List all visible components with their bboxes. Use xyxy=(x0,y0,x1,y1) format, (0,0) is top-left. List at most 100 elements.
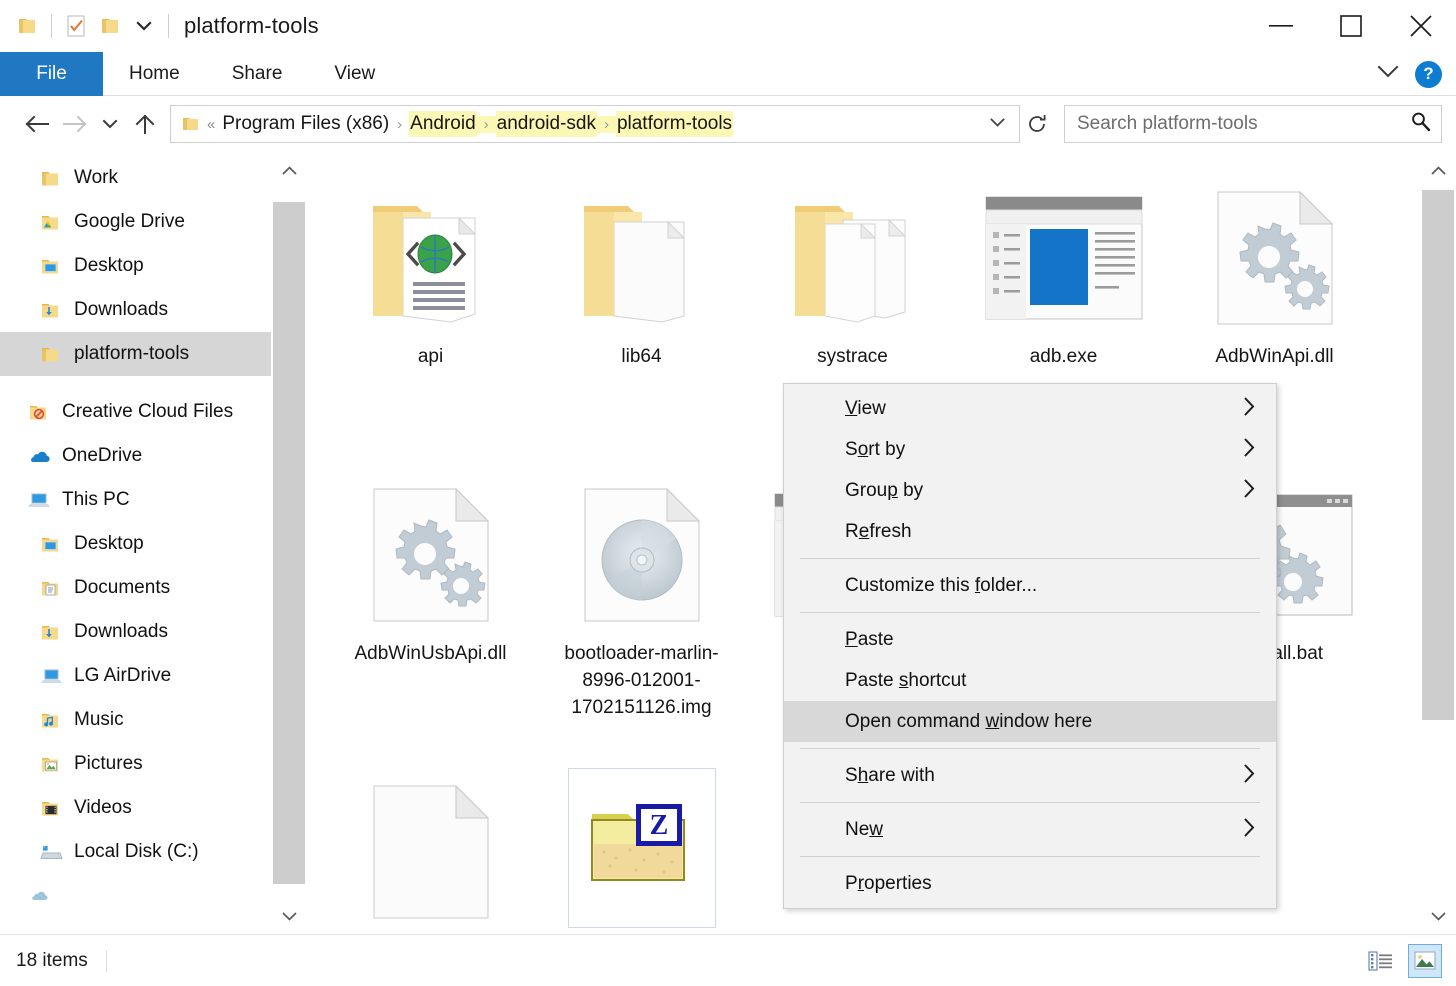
minimize-ribbon-chevron-icon[interactable] xyxy=(1377,65,1399,83)
breadcrumb-separator-1[interactable]: › xyxy=(476,115,496,133)
sidebar-item-pictures[interactable]: Pictures xyxy=(0,742,307,786)
forward-button[interactable] xyxy=(56,105,94,143)
context-menu-item-customize-this-folder[interactable]: Customize this folder... xyxy=(784,565,1276,606)
breadcrumb-item-3[interactable]: platform-tools xyxy=(615,111,734,137)
breadcrumb-item-2[interactable]: android-sdk xyxy=(495,111,597,137)
back-button[interactable] xyxy=(18,105,56,143)
file-name: systrace xyxy=(817,346,888,367)
sidebar-item-network[interactable] xyxy=(0,874,307,918)
context-menu-item-refresh[interactable]: Refresh xyxy=(784,511,1276,552)
file-item[interactable]: AdbWinUsbApi.dll xyxy=(325,463,536,760)
breadcrumb-item-0[interactable]: Program Files (x86) xyxy=(221,111,390,137)
up-button[interactable] xyxy=(126,105,164,143)
breadcrumb-dropdown-icon[interactable] xyxy=(982,117,1013,131)
context-menu-item-share-with[interactable]: Share with xyxy=(784,755,1276,796)
sidebar-item-music[interactable]: Music xyxy=(0,698,307,742)
context-menu[interactable]: View Sort by Group by Refresh Customize … xyxy=(783,383,1277,909)
videos-folder-icon xyxy=(40,799,70,818)
menu-separator xyxy=(800,802,1260,803)
sidebar-item-pc-desktop[interactable]: Desktop xyxy=(0,522,307,566)
content-scroll-thumb[interactable] xyxy=(1422,190,1454,720)
breadcrumb-item-1[interactable]: Android xyxy=(409,111,477,137)
scroll-up-arrow-icon[interactable] xyxy=(271,152,307,188)
downloads-folder-icon xyxy=(40,301,70,320)
context-menu-item-open-command-window-here[interactable]: Open command window here xyxy=(784,701,1276,742)
file-item[interactable]: lib64 xyxy=(536,166,747,463)
sidebar-item-documents[interactable]: Documents xyxy=(0,566,307,610)
content-scrollbar[interactable] xyxy=(1420,152,1456,934)
sidebar-item-pc-downloads[interactable]: Downloads xyxy=(0,610,307,654)
sidebar-item-work[interactable]: Work xyxy=(0,156,307,200)
menu-item-label: Group by xyxy=(845,479,924,501)
menu-item-label: Paste shortcut xyxy=(845,669,967,691)
tab-share[interactable]: Share xyxy=(206,52,309,96)
context-menu-item-new[interactable]: New xyxy=(784,809,1276,850)
sidebar-item-this-pc[interactable]: This PC xyxy=(0,478,307,522)
sidebar-item-label: platform-tools xyxy=(74,343,190,364)
tab-file[interactable]: File xyxy=(0,52,103,96)
close-button[interactable] xyxy=(1386,0,1456,52)
details-view-button[interactable] xyxy=(1364,944,1398,978)
sidebar-item-label: Pictures xyxy=(74,753,143,774)
toolbar-divider-2 xyxy=(168,14,169,38)
file-explorer-window: platform-tools File Home Share View ? « … xyxy=(0,0,1456,986)
sidebar-scroll-track[interactable] xyxy=(271,188,307,898)
breadcrumb-overflow[interactable]: « xyxy=(207,116,215,133)
menu-item-label: Refresh xyxy=(845,520,912,542)
search-icon[interactable] xyxy=(1410,111,1431,137)
breadcrumb[interactable]: « Program Files (x86) › Android › androi… xyxy=(170,105,1020,143)
maximize-button[interactable] xyxy=(1316,0,1386,52)
submenu-chevron-icon xyxy=(1243,478,1256,504)
sidebar-item-onedrive[interactable]: OneDrive xyxy=(0,434,307,478)
minimize-button[interactable] xyxy=(1246,0,1316,52)
context-menu-item-group-by[interactable]: Group by xyxy=(784,470,1276,511)
sidebar-item-label: Creative Cloud Files xyxy=(62,401,234,422)
file-list-view[interactable]: api lib64 systrace adb.exe AdbWinApi.dll… xyxy=(307,152,1456,934)
file-item[interactable]: Z image-marlin-opm1.170223.012.zip xyxy=(536,760,747,934)
sidebar-item-label: Downloads xyxy=(74,299,168,320)
large-icons-view-button[interactable] xyxy=(1408,944,1442,978)
file-item[interactable]: bootloader-marlin-8996-012001-1702151126… xyxy=(536,463,747,760)
sidebar-item-label: Work xyxy=(74,167,118,188)
scroll-down-arrow-icon[interactable] xyxy=(1420,898,1456,934)
content-scroll-track[interactable] xyxy=(1420,188,1456,898)
sidebar-item-videos[interactable]: Videos xyxy=(0,786,307,830)
toolbar-divider xyxy=(51,14,52,38)
scroll-down-arrow-icon[interactable] xyxy=(271,898,307,934)
menu-item-label: New xyxy=(845,818,884,840)
chevron-down-icon[interactable] xyxy=(127,9,161,43)
folder-icon xyxy=(40,169,70,188)
context-menu-item-paste-shortcut[interactable]: Paste shortcut xyxy=(784,660,1276,701)
sidebar-item-desktop[interactable]: Desktop xyxy=(0,244,307,288)
sidebar-item-local-disk-c[interactable]: Local Disk (C:) xyxy=(0,830,307,874)
onedrive-icon xyxy=(28,448,58,465)
file-item[interactable]: flash-all.sh xyxy=(325,760,536,934)
help-button[interactable]: ? xyxy=(1415,60,1442,88)
context-menu-item-sort-by[interactable]: Sort by xyxy=(784,429,1276,470)
context-menu-item-properties[interactable]: Properties xyxy=(784,863,1276,904)
breadcrumb-separator-0[interactable]: › xyxy=(390,116,409,133)
sidebar-item-creative-cloud-files[interactable]: Creative Cloud Files xyxy=(0,390,307,434)
sidebar-item-label: Desktop xyxy=(74,255,144,276)
tab-view[interactable]: View xyxy=(308,52,401,96)
sidebar-item-downloads[interactable]: Downloads xyxy=(0,288,307,332)
recent-locations-button[interactable] xyxy=(94,105,126,143)
file-item[interactable]: api xyxy=(325,166,536,463)
refresh-button[interactable] xyxy=(1020,105,1054,143)
sidebar-item-lg-airdrive[interactable]: LG AirDrive xyxy=(0,654,307,698)
sidebar-scroll-thumb[interactable] xyxy=(273,202,305,884)
ribbon-tabs: File Home Share View ? xyxy=(0,52,1456,96)
sidebar-item-label: Local Disk (C:) xyxy=(74,841,199,862)
checklist-icon[interactable] xyxy=(59,9,93,43)
breadcrumb-separator-2[interactable]: › xyxy=(596,115,616,133)
sidebar-item-google-drive[interactable]: Google Drive xyxy=(0,200,307,244)
sidebar-scrollbar[interactable] xyxy=(271,152,307,934)
search-input[interactable]: Search platform-tools xyxy=(1064,105,1442,143)
scroll-up-arrow-icon[interactable] xyxy=(1420,152,1456,188)
context-menu-item-view[interactable]: View xyxy=(784,388,1276,429)
folder-icon[interactable] xyxy=(10,9,44,43)
tab-home[interactable]: Home xyxy=(103,52,206,96)
folder-icon-2[interactable] xyxy=(93,9,127,43)
sidebar-item-platform-tools[interactable]: platform-tools xyxy=(0,332,307,376)
context-menu-item-paste[interactable]: Paste xyxy=(784,619,1276,660)
